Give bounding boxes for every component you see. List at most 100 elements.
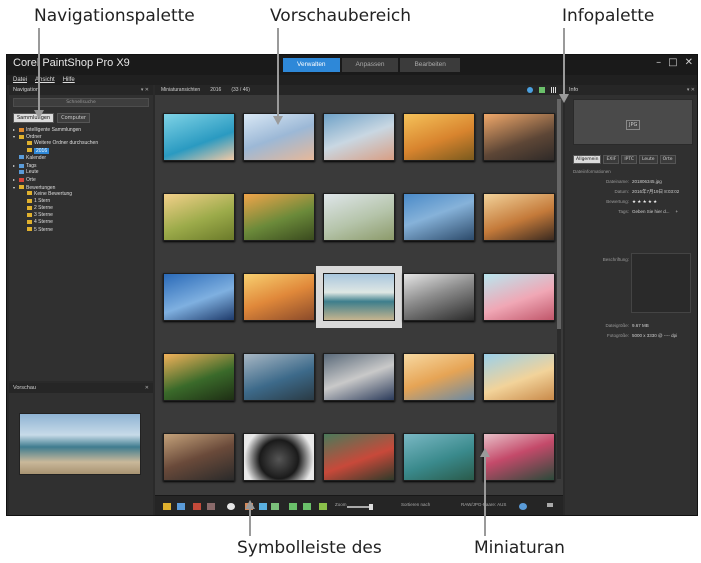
thumbnail[interactable] <box>163 353 235 401</box>
caption-input[interactable] <box>631 253 691 313</box>
zoom-slider-handle[interactable] <box>369 504 373 510</box>
thumbnail[interactable] <box>483 113 555 161</box>
thumbnail[interactable] <box>483 273 555 321</box>
tree-item[interactable]: ▸ Orte <box>9 176 153 183</box>
thumbnail[interactable] <box>403 193 475 241</box>
thumbnail[interactable] <box>323 353 395 401</box>
star-icon <box>27 220 32 225</box>
tree-item[interactable]: ▾ Ordner <box>9 133 153 140</box>
compare-icon[interactable] <box>271 503 279 510</box>
tab-verwalten[interactable]: Verwalten <box>283 58 340 72</box>
scrollbar[interactable] <box>557 99 561 479</box>
settings-icon[interactable] <box>519 503 527 510</box>
thumbnail[interactable] <box>403 113 475 161</box>
panel-menu-icon[interactable]: ▾ ✕ <box>141 85 149 95</box>
preview-image <box>19 413 141 475</box>
thumbnail[interactable] <box>323 193 395 241</box>
maximize-icon[interactable]: □ <box>668 57 677 68</box>
person-icon[interactable] <box>227 503 235 510</box>
scrollbar-thumb[interactable] <box>557 99 561 329</box>
callout-thumbnails: Miniaturan <box>474 538 565 558</box>
tab-anpassen[interactable]: Anpassen <box>341 58 399 72</box>
thumbnail[interactable] <box>163 433 235 481</box>
thumbnail[interactable] <box>243 353 315 401</box>
tree-item[interactable]: ▸ Intelligente Sammlungen <box>9 126 153 133</box>
tree-item-label: 2 Sterne <box>34 205 53 212</box>
brush-icon[interactable] <box>193 503 201 510</box>
thumbnail[interactable] <box>243 273 315 321</box>
film-strip-icon[interactable] <box>163 503 171 510</box>
minimize-icon[interactable]: – <box>656 57 661 68</box>
map-icon[interactable] <box>539 87 545 93</box>
folder-icon <box>19 134 24 139</box>
tree-item-label: 2016 <box>34 147 50 154</box>
title-bar: Corel PaintShop Pro X9 Verwalten Anpasse… <box>7 55 697 75</box>
star-icon <box>27 205 32 210</box>
tab-computer[interactable]: Computer <box>57 113 90 123</box>
callout-info-palette: Infopalette <box>562 6 655 26</box>
close-icon[interactable]: ✕ <box>145 383 149 393</box>
zoom-slider[interactable] <box>347 506 371 508</box>
thumbnail[interactable] <box>483 193 555 241</box>
tab-orte[interactable]: Orte <box>659 155 676 164</box>
tree-item[interactable]: 2 Sterne <box>9 205 153 212</box>
thumbnail[interactable] <box>316 266 402 328</box>
info-row-filename: Dateiname: 201806345.jpg <box>569 179 662 184</box>
thumbnail[interactable] <box>403 433 475 481</box>
navigation-tree: ▸ Intelligente Sammlungen ▾ Ordner Weitere O… <box>9 126 153 234</box>
globe-icon[interactable] <box>527 87 533 93</box>
browser-title: Miniaturansichten <box>161 87 201 93</box>
thumbnail[interactable] <box>163 273 235 321</box>
grid-view-icon[interactable] <box>551 87 557 93</box>
tree-item[interactable]: Keine Bewertung <box>9 191 153 198</box>
close-icon[interactable]: ✕ <box>685 57 693 68</box>
tree-item[interactable]: ▸ Tags <box>9 162 153 169</box>
tree-item[interactable]: Kalender <box>9 155 153 162</box>
rotate-right-icon[interactable] <box>303 503 311 510</box>
tab-allgemein[interactable]: Allgemein <box>573 155 602 164</box>
thumbnail[interactable] <box>243 433 315 481</box>
tree-item[interactable]: 1 Stern <box>9 198 153 205</box>
thumbnail[interactable] <box>163 113 235 161</box>
thumbnail[interactable] <box>403 273 475 321</box>
browser-folder: 2016 <box>210 87 222 93</box>
info-row-tags[interactable]: Tags: Geben Sie hier d... + <box>569 209 678 214</box>
folder-icon <box>27 148 32 153</box>
field-label: Datum: <box>614 189 629 194</box>
chevron-down-icon[interactable] <box>547 503 553 507</box>
menu-hilfe[interactable]: Hilfe <box>63 75 75 85</box>
tab-iptc[interactable]: IPTC <box>621 155 637 164</box>
menu-datei[interactable]: Datei <box>13 75 27 85</box>
tab-leute[interactable]: Leute <box>638 155 658 164</box>
tags-input[interactable]: Geben Sie hier d... <box>632 209 670 214</box>
rotate-left-icon[interactable] <box>289 503 297 510</box>
share-icon[interactable] <box>259 503 267 510</box>
thumbnail[interactable] <box>483 433 555 481</box>
tree-item[interactable]: 2016 <box>9 147 153 155</box>
thumbnail[interactable] <box>323 113 395 161</box>
sort-label[interactable]: Sortieren nach <box>401 502 430 507</box>
thumbnail[interactable] <box>403 353 475 401</box>
tree-item[interactable]: 5 Sterne <box>9 227 153 234</box>
tab-exif[interactable]: EXIF <box>603 155 620 164</box>
layout-icon[interactable] <box>177 503 185 510</box>
tree-item[interactable]: 3 Sterne <box>9 212 153 219</box>
eraser-icon[interactable] <box>207 503 215 510</box>
info-row-rating[interactable]: Bewertung: ★ ★ ★ ★ ★ <box>569 199 657 205</box>
tab-bearbeiten[interactable]: Bearbeiten <box>400 58 460 72</box>
tree-item-label: Tags <box>26 162 37 169</box>
search-input[interactable]: Schnellsuche <box>13 98 149 107</box>
thumbnail[interactable] <box>243 193 315 241</box>
panel-menu-icon[interactable]: ▾ ✕ <box>687 85 695 95</box>
rating-stars[interactable]: ★ ★ ★ ★ ★ <box>632 199 657 204</box>
auto-fix-icon[interactable] <box>319 503 327 510</box>
tree-item[interactable]: 4 Sterne <box>9 219 153 226</box>
tree-item[interactable]: Weitere Ordner durchsuchen <box>9 140 153 147</box>
tree-item[interactable]: ▾ Bewertungen <box>9 184 153 191</box>
tree-item[interactable]: Leute <box>9 169 153 176</box>
thumbnail[interactable] <box>483 353 555 401</box>
thumbnail[interactable] <box>323 433 395 481</box>
info-row-date: Datum: 2016年7月19日 8:03:02 <box>569 189 679 195</box>
add-tag-icon[interactable]: + <box>676 209 679 214</box>
thumbnail[interactable] <box>163 193 235 241</box>
